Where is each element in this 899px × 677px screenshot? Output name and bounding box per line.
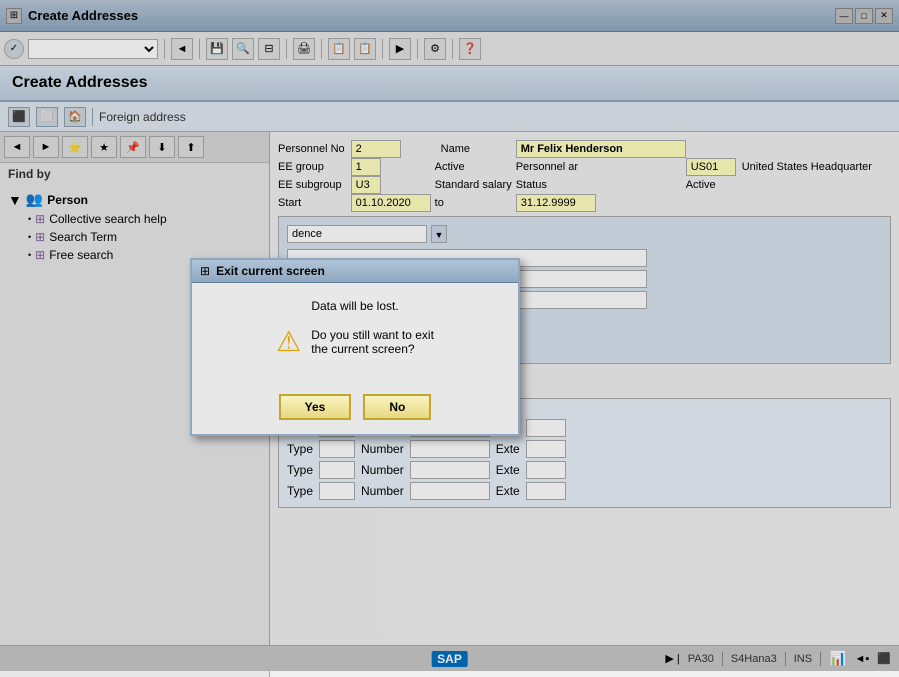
dialog-warning-row: ⚠ Do you still want to exit the current … [212,325,498,358]
dialog-message-1: Data will be lost. [212,299,498,313]
yes-button[interactable]: Yes [279,394,352,420]
dialog-body: Data will be lost. ⚠ Do you still want t… [192,283,518,386]
dialog-message-2: Do you still want to exit [311,328,434,342]
dialog-titlebar: ⊞ Exit current screen [192,260,518,283]
no-button[interactable]: No [363,394,431,420]
warning-icon: ⚠ [276,325,301,358]
dialog-title-text: Exit current screen [216,264,510,278]
exit-dialog: ⊞ Exit current screen Data will be lost.… [190,258,520,436]
dialog-title-icon: ⊞ [200,264,210,278]
dialog-message-3: the current screen? [311,342,434,356]
dialog-buttons: Yes No [192,386,518,434]
dialog-overlay: ⊞ Exit current screen Data will be lost.… [0,0,899,671]
